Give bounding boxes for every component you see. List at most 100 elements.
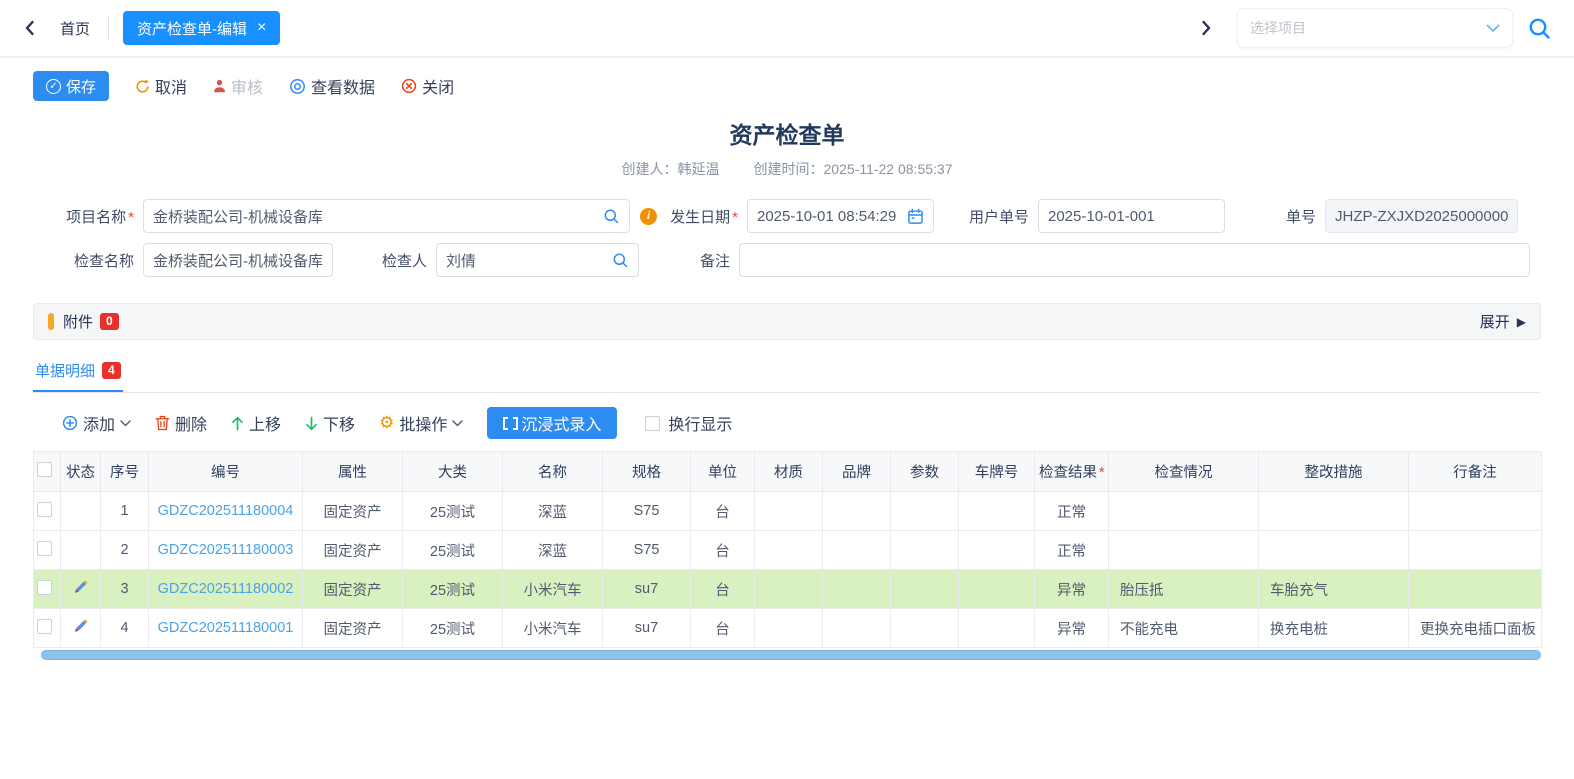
result-cell[interactable]: 异常 xyxy=(1035,609,1109,648)
wrap-display-toggle[interactable]: 换行显示 xyxy=(645,411,732,435)
spec-cell[interactable]: S75 xyxy=(603,531,691,570)
row-remark-cell[interactable] xyxy=(1409,531,1542,570)
code-link[interactable]: GDZC202511180001 xyxy=(158,620,294,636)
measure-cell[interactable] xyxy=(1259,531,1409,570)
project-name-input[interactable] xyxy=(153,208,597,225)
attr-cell[interactable]: 固定资产 xyxy=(303,492,403,531)
search-icon[interactable] xyxy=(603,208,620,225)
category-cell[interactable]: 25测试 xyxy=(403,492,503,531)
measure-cell[interactable]: 车胎充气 xyxy=(1259,570,1409,609)
cancel-button[interactable]: 取消 xyxy=(135,74,187,98)
material-cell[interactable] xyxy=(755,531,823,570)
attr-cell[interactable]: 固定资产 xyxy=(303,531,403,570)
name-cell[interactable]: 小米汽车 xyxy=(503,570,603,609)
forward-chevron-icon[interactable] xyxy=(1193,15,1219,41)
horizontal-scrollbar-track[interactable] xyxy=(33,649,1541,661)
name-cell[interactable]: 深蓝 xyxy=(503,531,603,570)
tab-asset-check-edit[interactable]: 资产检查单-编辑 × xyxy=(123,11,280,45)
unit-cell[interactable]: 台 xyxy=(691,492,755,531)
param-cell[interactable] xyxy=(891,531,959,570)
close-tab-icon[interactable]: × xyxy=(257,20,266,36)
brand-cell[interactable] xyxy=(823,531,891,570)
attr-cell[interactable]: 固定资产 xyxy=(303,570,403,609)
horizontal-scrollbar-thumb[interactable] xyxy=(41,650,1541,660)
occur-date-input[interactable] xyxy=(757,208,901,225)
tab-home[interactable]: 首页 xyxy=(42,18,108,39)
result-cell[interactable]: 正常 xyxy=(1035,492,1109,531)
category-cell[interactable]: 25测试 xyxy=(403,570,503,609)
plate-cell[interactable] xyxy=(959,531,1035,570)
plate-cell[interactable] xyxy=(959,492,1035,531)
material-cell[interactable] xyxy=(755,609,823,648)
spec-cell[interactable]: su7 xyxy=(603,570,691,609)
edit-pencil-icon[interactable] xyxy=(73,618,89,634)
row-checkbox[interactable] xyxy=(37,619,52,634)
calendar-icon[interactable] xyxy=(907,208,924,225)
user-no-field[interactable] xyxy=(1038,199,1225,233)
material-cell[interactable] xyxy=(755,570,823,609)
expand-button[interactable]: 展开 ▶ xyxy=(1480,311,1526,332)
wrap-display-checkbox[interactable] xyxy=(645,416,660,431)
brand-cell[interactable] xyxy=(823,570,891,609)
search-icon[interactable] xyxy=(1527,16,1552,41)
check-name-field[interactable] xyxy=(143,243,333,277)
category-cell[interactable]: 25测试 xyxy=(403,609,503,648)
unit-cell[interactable]: 台 xyxy=(691,531,755,570)
occur-date-field[interactable] xyxy=(747,199,934,233)
row-checkbox[interactable] xyxy=(37,580,52,595)
tab-detail-lines[interactable]: 单据明细 4 xyxy=(33,356,123,392)
unit-cell[interactable]: 台 xyxy=(691,570,755,609)
param-cell[interactable] xyxy=(891,609,959,648)
situation-cell[interactable] xyxy=(1109,531,1259,570)
measure-cell[interactable] xyxy=(1259,492,1409,531)
move-down-button[interactable]: 下移 xyxy=(305,411,355,435)
category-cell[interactable]: 25测试 xyxy=(403,531,503,570)
plate-cell[interactable] xyxy=(959,570,1035,609)
row-remark-cell[interactable] xyxy=(1409,492,1542,531)
code-link[interactable]: GDZC202511180004 xyxy=(158,503,294,519)
checker-field[interactable] xyxy=(436,243,639,277)
checker-input[interactable] xyxy=(446,252,606,269)
delete-button[interactable]: 删除 xyxy=(155,411,207,435)
row-checkbox[interactable] xyxy=(37,502,52,517)
result-cell[interactable]: 异常 xyxy=(1035,570,1109,609)
edit-pencil-icon[interactable] xyxy=(73,579,89,595)
project-select[interactable]: 选择项目 xyxy=(1237,8,1513,48)
brand-cell[interactable] xyxy=(823,492,891,531)
search-icon[interactable] xyxy=(612,252,629,269)
immersive-entry-button[interactable]: 沉浸式录入 xyxy=(487,407,617,439)
project-name-field[interactable] xyxy=(143,199,630,233)
back-chevron-icon[interactable] xyxy=(16,15,42,41)
situation-cell[interactable]: 不能充电 xyxy=(1109,609,1259,648)
spec-cell[interactable]: S75 xyxy=(603,492,691,531)
info-icon[interactable] xyxy=(640,208,657,225)
user-no-input[interactable] xyxy=(1048,208,1215,225)
select-all-checkbox[interactable] xyxy=(37,462,52,477)
row-remark-cell[interactable] xyxy=(1409,570,1542,609)
remark-input[interactable] xyxy=(749,252,1520,269)
attachment-section-bar[interactable]: 附件 0 展开 ▶ xyxy=(33,303,1541,340)
name-cell[interactable]: 深蓝 xyxy=(503,492,603,531)
audit-button[interactable]: 审核 xyxy=(213,74,263,98)
row-remark-cell[interactable]: 更换充电插口面板 xyxy=(1409,609,1542,648)
name-cell[interactable]: 小米汽车 xyxy=(503,609,603,648)
close-button[interactable]: 关闭 xyxy=(401,74,454,98)
view-data-button[interactable]: 查看数据 xyxy=(289,74,375,98)
situation-cell[interactable]: 胎压抵 xyxy=(1109,570,1259,609)
attr-cell[interactable]: 固定资产 xyxy=(303,609,403,648)
brand-cell[interactable] xyxy=(823,609,891,648)
measure-cell[interactable]: 换充电桩 xyxy=(1259,609,1409,648)
unit-cell[interactable]: 台 xyxy=(691,609,755,648)
code-link[interactable]: GDZC202511180003 xyxy=(158,542,294,558)
move-up-button[interactable]: 上移 xyxy=(231,411,281,435)
remark-field[interactable] xyxy=(739,243,1530,277)
material-cell[interactable] xyxy=(755,492,823,531)
situation-cell[interactable] xyxy=(1109,492,1259,531)
plate-cell[interactable] xyxy=(959,609,1035,648)
batch-operation-button[interactable]: ⚙ 批操作 xyxy=(379,411,463,435)
code-link[interactable]: GDZC202511180002 xyxy=(158,581,294,597)
row-checkbox[interactable] xyxy=(37,541,52,556)
add-button[interactable]: 添加 xyxy=(62,411,131,435)
check-name-input[interactable] xyxy=(153,252,323,269)
spec-cell[interactable]: su7 xyxy=(603,609,691,648)
